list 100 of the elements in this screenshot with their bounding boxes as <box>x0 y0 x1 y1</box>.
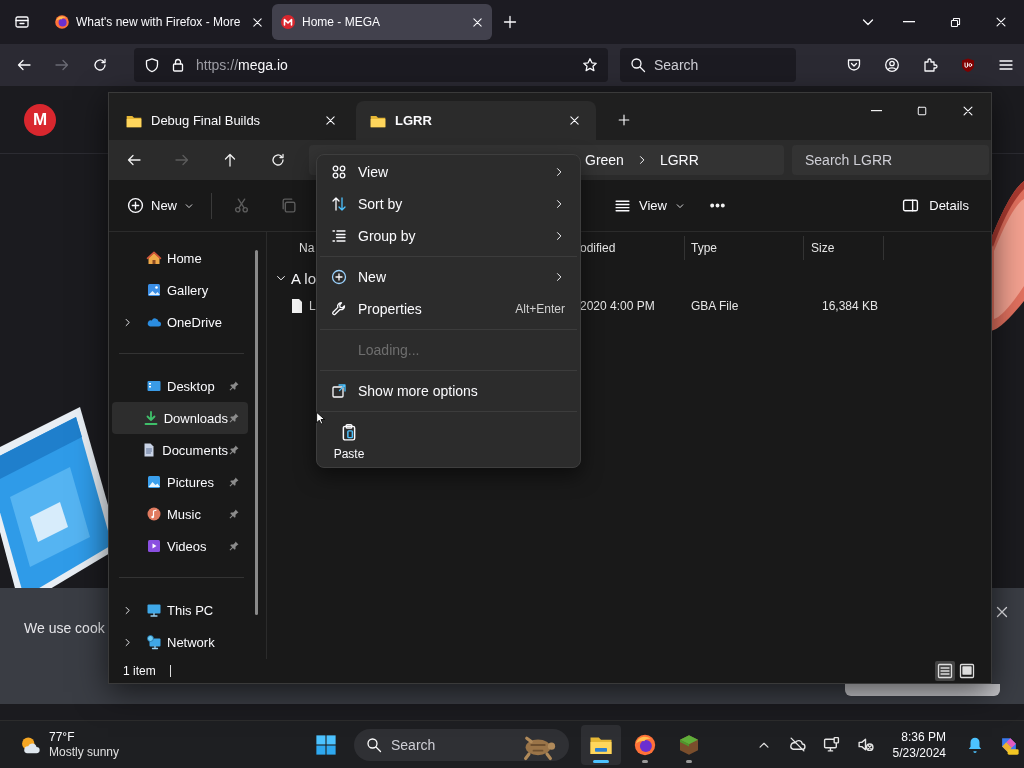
shortcut-text: Alt+Enter <box>515 302 565 316</box>
sidebar-item[interactable]: OneDrive <box>112 306 248 338</box>
forward-arrow-icon <box>54 57 70 73</box>
maximize-icon <box>916 105 928 117</box>
browser-tab[interactable]: What's new with Firefox - More <box>46 4 266 40</box>
sidebar-item[interactable]: This PC <box>112 594 248 626</box>
breadcrumb-item[interactable]: Green <box>585 152 624 168</box>
taskbar-search-field[interactable]: Search <box>354 728 569 761</box>
back-arrow-icon <box>16 57 32 73</box>
sidebar-item[interactable]: Home <box>112 242 248 274</box>
details-pane-icon <box>902 197 920 214</box>
sidebar-item[interactable]: Network <box>112 626 248 658</box>
search-icon <box>366 736 382 753</box>
search-input[interactable]: Search <box>391 736 511 753</box>
tab-title: LGRR <box>395 113 432 128</box>
pin-icon <box>228 508 240 520</box>
pocket-icon <box>846 57 862 73</box>
taskbar-app-button[interactable] <box>581 724 621 765</box>
sidebar-item[interactable]: Pictures <box>112 466 248 498</box>
tab-title: Home - MEGA <box>302 15 381 29</box>
wrench-icon <box>331 301 347 317</box>
paste-button[interactable]: Paste <box>321 419 377 465</box>
pin-icon <box>228 540 240 552</box>
size-cell-text: 16,384 KB <box>820 299 879 313</box>
cookie-text: We use cook <box>24 620 105 636</box>
date-cell-text: 2020 4:00 PM <box>579 299 656 313</box>
windows-logo-icon <box>315 733 337 756</box>
close-icon <box>567 114 581 127</box>
menu-item[interactable]: Properties Alt+Enter <box>317 293 580 325</box>
search-field[interactable]: Search <box>620 48 796 82</box>
scissors-icon <box>232 197 250 214</box>
sidebar-item[interactable]: Videos <box>112 530 248 562</box>
show-more-icon <box>331 383 347 399</box>
view-icon <box>331 164 347 180</box>
file-icon <box>291 298 303 314</box>
cloud-off-icon <box>789 736 807 753</box>
temperature-text: 77°F <box>49 729 76 745</box>
details-button[interactable]: Details <box>892 188 979 223</box>
plus-icon <box>617 113 631 127</box>
pin-icon <box>228 444 240 456</box>
gallery-icon <box>146 282 162 298</box>
search-icon <box>630 57 646 73</box>
sidebar-item[interactable]: Music <box>112 498 248 530</box>
logo[interactable]: M <box>24 103 56 136</box>
logo-icon <box>280 14 296 30</box>
weather-widget[interactable]: 77°F Mostly sunny <box>20 729 302 760</box>
view-button[interactable]: View <box>608 188 691 223</box>
group-icon <box>331 228 347 244</box>
new-button[interactable]: New <box>121 188 200 223</box>
pin-icon <box>228 476 240 488</box>
sidebar-item[interactable]: Gallery <box>112 274 248 306</box>
lock-icon <box>170 57 186 73</box>
breadcrumb-item[interactable]: LGRR <box>659 152 699 168</box>
time-text: 8:36 PM <box>901 728 946 745</box>
refresh-icon <box>270 152 286 168</box>
menu-item[interactable]: Show more options <box>317 375 580 407</box>
close-icon <box>961 104 975 118</box>
account-icon <box>884 57 900 73</box>
display-icon <box>823 736 841 753</box>
address-bar[interactable]: https://mega.io <box>134 48 608 82</box>
firefox-icon <box>633 732 657 757</box>
column-header[interactable]: Type <box>685 236 804 260</box>
file-name-cell: L <box>309 299 316 313</box>
search-input[interactable]: Search LGRR <box>805 152 975 168</box>
tab-title: Debug Final Builds <box>151 113 261 128</box>
clock[interactable]: 8:36 PM 5/23/2024 <box>884 728 956 761</box>
sidebar-item[interactable]: Downloads <box>112 402 248 434</box>
view-toggle[interactable] <box>935 661 955 681</box>
view-toggle[interactable] <box>957 661 977 681</box>
close-icon <box>323 114 337 127</box>
browser-tab[interactable]: Home - MEGA <box>272 4 492 40</box>
download-icon <box>142 410 159 426</box>
search-field[interactable]: Search LGRR <box>792 145 989 175</box>
sidebar-item[interactable]: Documents <box>112 434 248 466</box>
explorer-tab[interactable]: LGRR <box>356 101 596 140</box>
restore-icon <box>948 15 962 29</box>
home-icon <box>146 250 162 266</box>
menu-item[interactable]: View <box>317 156 580 188</box>
sidebar-item[interactable]: Desktop <box>112 370 248 402</box>
monitor-icon <box>146 602 162 618</box>
close-icon <box>994 604 1010 620</box>
scrollbar[interactable] <box>255 250 258 615</box>
network-icon <box>146 634 162 650</box>
shield-icon <box>144 57 160 73</box>
close-icon <box>470 15 484 29</box>
explorer-tab[interactable]: Debug Final Builds <box>112 101 352 140</box>
tab-title: What's new with Firefox - More <box>76 15 241 29</box>
star-icon <box>582 57 598 73</box>
group-header[interactable]: A lo <box>267 266 317 290</box>
reload-icon <box>92 57 108 73</box>
column-header[interactable]: Size <box>804 236 884 260</box>
menu-item[interactable]: Sort by <box>317 188 580 220</box>
type-cell-text: GBA File <box>690 299 740 313</box>
menu-item[interactable]: New <box>317 261 580 293</box>
puzzle-icon <box>922 57 938 73</box>
up-arrow-icon <box>222 152 238 168</box>
url-text: https://mega.io <box>196 57 288 73</box>
close-icon <box>250 15 264 29</box>
speaker-muted-icon <box>857 736 875 753</box>
search-input[interactable]: Search <box>654 57 784 73</box>
